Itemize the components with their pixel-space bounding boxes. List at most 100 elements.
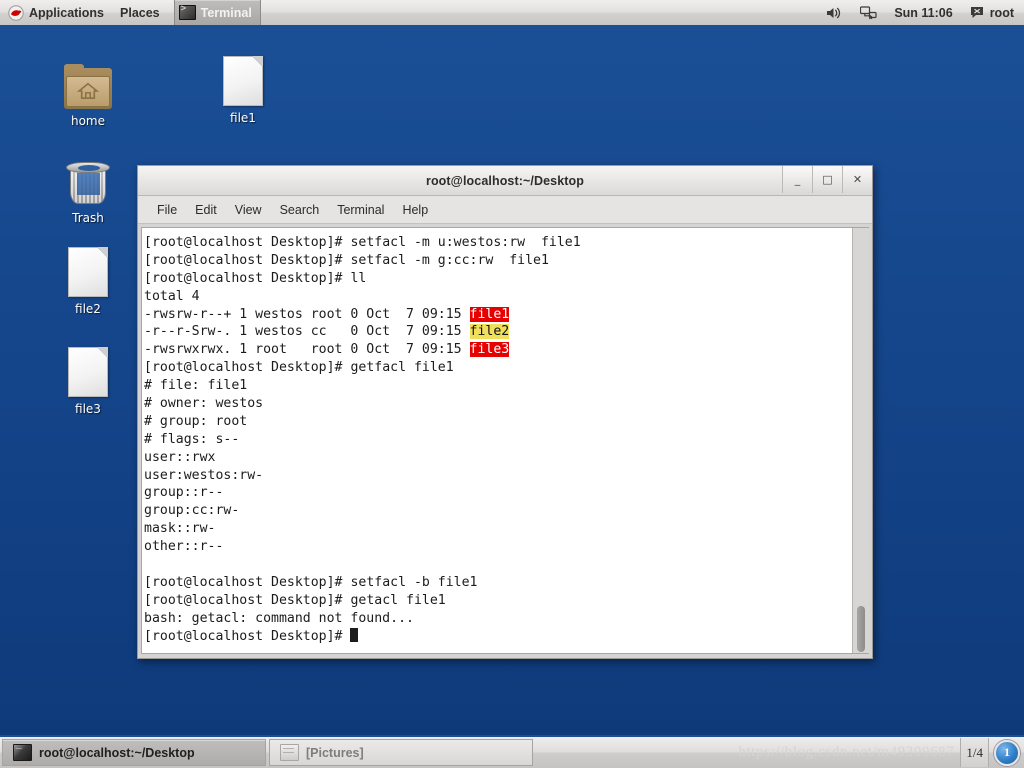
desktop-icon-file3[interactable]: file3: [45, 345, 131, 416]
terminal-icon: [178, 4, 196, 20]
terminal-line: [root@localhost Desktop]# setfacl -m u:w…: [144, 234, 852, 252]
folder-icon: [45, 57, 131, 109]
terminal-line: user::rwx: [144, 449, 852, 467]
volume-icon[interactable]: [822, 0, 847, 25]
terminal-line: [root@localhost Desktop]# getfacl file1: [144, 359, 852, 377]
terminal-line: group::r--: [144, 484, 852, 502]
terminal-prompt: [root@localhost Desktop]#: [144, 574, 351, 590]
desktop-icon-trash[interactable]: Trash: [45, 154, 131, 225]
window-controls: _ □ ✕: [782, 166, 872, 193]
terminal-text: group:cc:rw-: [144, 503, 240, 519]
workspace-switcher[interactable]: 1/4: [960, 738, 989, 767]
terminal-line: # flags: s--: [144, 431, 852, 449]
terminal-text: total 4: [144, 288, 200, 304]
drawer-icon: [280, 744, 299, 761]
terminal-line: # group: root: [144, 413, 852, 431]
terminal-text: setfacl -m g:cc:rw file1: [350, 252, 549, 268]
terminal-text: user::rwx: [144, 449, 216, 465]
terminal-text: # group: root: [144, 413, 248, 429]
terminal-text: # flags: s--: [144, 431, 240, 447]
terminal-line: user:westos:rw-: [144, 467, 852, 485]
places-menu-label: Places: [120, 5, 160, 20]
places-menu[interactable]: Places: [112, 0, 168, 25]
terminal-text: group::r--: [144, 485, 224, 501]
file-icon: [45, 345, 131, 397]
user-menu[interactable]: root: [966, 0, 1018, 25]
terminal-prompt: [root@localhost Desktop]#: [144, 252, 351, 268]
terminal-text: getacl file1: [350, 592, 446, 608]
terminal-scrollbar[interactable]: [852, 228, 869, 653]
terminal-line: [root@localhost Desktop]# getacl file1: [144, 592, 852, 610]
terminal-text: -r--r-Srw-. 1 westos cc 0 Oct 7 09:15: [144, 324, 470, 340]
terminal-text: bash: getacl: command not found...: [144, 610, 414, 626]
desktop-icon-label: file2: [75, 302, 101, 316]
terminal-titlebar[interactable]: root@localhost:~/Desktop _ □ ✕: [138, 166, 872, 196]
menu-edit[interactable]: Edit: [186, 200, 226, 220]
terminal-text: setfacl -m u:westos:rw file1: [350, 235, 581, 250]
terminal-line: bash: getacl: command not found...: [144, 610, 852, 628]
terminal-line: [root@localhost Desktop]#: [144, 627, 852, 646]
terminal-line: -r--r-Srw-. 1 westos cc 0 Oct 7 09:15 fi…: [144, 323, 852, 341]
desktop-icon-file2[interactable]: file2: [45, 245, 131, 316]
terminal-output[interactable]: [root@localhost Desktop]# setfacl -m u:w…: [142, 228, 852, 653]
desktop-icon-file1[interactable]: file1: [200, 54, 286, 125]
notification-badge[interactable]: 1: [994, 739, 1020, 766]
terminal-text: -rwsrw-r--+ 1 westos root 0 Oct 7 09:15: [144, 306, 470, 322]
clock[interactable]: Sun 11:06: [890, 0, 956, 25]
terminal-highlight-file3: file3: [469, 342, 510, 358]
terminal-text: getfacl file1: [350, 360, 454, 376]
file-icon: [45, 245, 131, 297]
trash-icon: [45, 154, 131, 206]
terminal-line: # owner: westos: [144, 395, 852, 413]
file-icon: [200, 54, 286, 106]
desktop-icon-label: Trash: [72, 211, 104, 225]
window-list-item-terminal[interactable]: Terminal: [173, 0, 261, 25]
menu-search[interactable]: Search: [271, 200, 329, 220]
terminal-body[interactable]: [root@localhost Desktop]# setfacl -m u:w…: [141, 227, 869, 654]
desktop-icon-label: file1: [230, 111, 256, 125]
terminal-line: [root@localhost Desktop]# setfacl -b fil…: [144, 574, 852, 592]
terminal-text: user:westos:rw-: [144, 467, 264, 483]
terminal-line: mask::rw-: [144, 520, 852, 538]
close-button[interactable]: ✕: [842, 166, 872, 193]
terminal-line: # file: file1: [144, 377, 852, 395]
terminal-line: -rwsrwxrwx. 1 root root 0 Oct 7 09:15 fi…: [144, 341, 852, 359]
taskbar-item-pictures[interactable]: [Pictures]: [269, 739, 533, 766]
terminal-line: other::r--: [144, 538, 852, 556]
desktop-icon-label: home: [70, 114, 106, 128]
menu-view[interactable]: View: [226, 200, 271, 220]
terminal-text: setfacl -b file1: [350, 574, 478, 590]
user-menu-label: root: [989, 5, 1014, 20]
terminal-prompt: [root@localhost Desktop]#: [144, 270, 351, 286]
top-panel: Applications Places Terminal Sun 11:06: [0, 0, 1024, 27]
terminal-line: [root@localhost Desktop]# setfacl -m g:c…: [144, 252, 852, 270]
desktop-icon-home[interactable]: home: [45, 57, 131, 128]
terminal-title: root@localhost:~/Desktop: [425, 173, 584, 188]
taskbar-item-terminal[interactable]: root@localhost:~/Desktop: [2, 739, 266, 766]
terminal-text: # file: file1: [144, 378, 248, 394]
terminal-text: other::r--: [144, 539, 224, 555]
maximize-button[interactable]: □: [812, 166, 842, 193]
watermark-text: https://blog.csdn.net/m49309687: [738, 744, 955, 760]
terminal-highlight-file2: file2: [469, 324, 510, 340]
terminal-highlight-file1: file1: [469, 306, 510, 322]
terminal-window[interactable]: root@localhost:~/Desktop _ □ ✕ File Edit…: [137, 165, 873, 659]
terminal-text: ll: [350, 270, 367, 286]
terminal-cursor: [350, 627, 359, 642]
applications-menu[interactable]: Applications: [0, 0, 112, 25]
terminal-prompt: [root@localhost Desktop]#: [144, 592, 351, 608]
terminal-line: [root@localhost Desktop]# ll: [144, 270, 852, 288]
network-disconnected-icon[interactable]: [856, 0, 881, 25]
menu-help[interactable]: Help: [393, 200, 437, 220]
menu-terminal[interactable]: Terminal: [328, 200, 393, 220]
minimize-button[interactable]: _: [782, 166, 812, 193]
menu-file[interactable]: File: [148, 200, 186, 220]
terminal-scrollbar-thumb[interactable]: [857, 606, 865, 652]
redhat-logo-icon: [8, 4, 24, 21]
terminal-prompt: [root@localhost Desktop]#: [144, 360, 351, 376]
applications-menu-label: Applications: [29, 5, 105, 20]
desktop-icon-label: file3: [75, 402, 101, 416]
terminal-line: total 4: [144, 288, 852, 306]
terminal-prompt: [root@localhost Desktop]#: [144, 628, 351, 644]
